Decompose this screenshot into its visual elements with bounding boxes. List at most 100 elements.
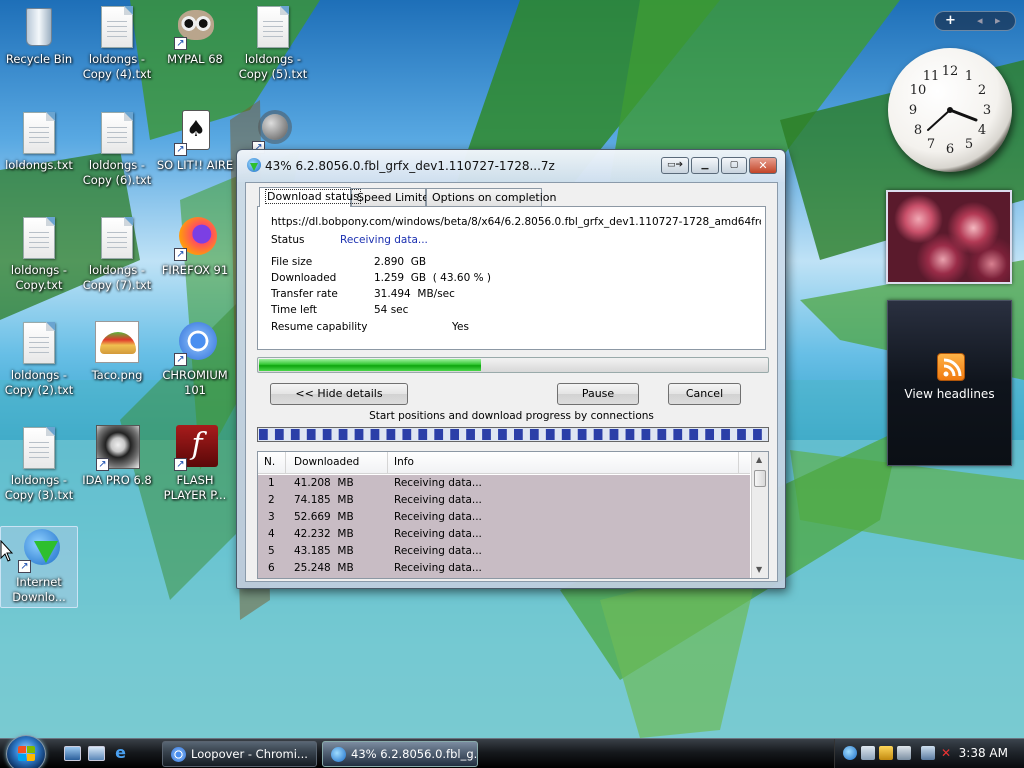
volume-muted-icon[interactable]: ✕: [939, 746, 953, 760]
clock-gadget[interactable]: 12 1 2 3 4 5 6 7 8 9 10 11: [888, 48, 1012, 172]
status-value: Receiving data...: [340, 234, 428, 246]
desktop-icon-label: 101: [184, 383, 206, 397]
cell-downloaded: 41.208 MB: [294, 477, 354, 489]
window-maximize-button[interactable]: ▢: [721, 157, 747, 174]
scroll-up-icon[interactable]: ▲: [756, 455, 762, 464]
desktop-icon-flash-player[interactable]: f ↗ FLASH PLAYER P...: [156, 425, 234, 503]
cancel-button[interactable]: Cancel: [668, 383, 741, 405]
connection-segment-progress: [737, 429, 746, 440]
desktop-icon-firefox-91[interactable]: ↗ FIREFOX 91: [156, 215, 234, 278]
desktop-icon-loldongs-copy-7[interactable]: loldongs - Copy (7).txt: [78, 215, 156, 293]
desktop-icon-label: Copy (5).txt: [238, 67, 308, 81]
shortcut-arrow-icon: ↗: [174, 458, 187, 471]
download-progress-bar: [257, 357, 769, 373]
desktop-icon-loldongs-copy-4[interactable]: loldongs - Copy (4).txt: [78, 4, 156, 82]
text-file-icon: [16, 425, 62, 471]
connection-segment-progress: [577, 429, 587, 440]
desktop-icon-loldongs-copy-5[interactable]: loldongs - Copy (5).txt: [234, 4, 312, 82]
sidebar-add-button[interactable]: +: [945, 13, 956, 28]
text-file-icon: [250, 4, 296, 50]
taskbar-button-label: Loopover - Chromi...: [191, 747, 308, 761]
tab-options-on-completion[interactable]: Options on completion: [426, 188, 557, 206]
window-minimize-button[interactable]: ▁: [691, 157, 719, 174]
hide-details-button[interactable]: << Hide details: [270, 383, 408, 405]
window-titlebar[interactable]: 43% 6.2.8056.0.fbl_grfx_dev1.110727-1728…: [237, 150, 785, 182]
desktop-icon-chromium-101[interactable]: ↗ CHROMIUM 101: [156, 320, 234, 398]
feed-headlines-gadget[interactable]: View headlines: [887, 300, 1012, 466]
clock-number: 8: [914, 123, 922, 138]
playing-card-icon: ♠ ↗: [172, 110, 218, 156]
desktop-icon-taco[interactable]: Taco.png: [78, 320, 156, 383]
system-tray: ✕ 3:38 AM: [834, 739, 1024, 768]
window-to-tray-button[interactable]: ▭➔: [661, 157, 689, 174]
tab-speed-limiter[interactable]: Speed Limiter: [351, 188, 434, 206]
connections-caption: Start positions and download progress by…: [369, 410, 654, 422]
internet-explorer-icon[interactable]: e: [112, 745, 129, 761]
taskbar-button-label: 43% 6.2.8056.0.fbl_g...: [351, 747, 478, 761]
taskbar-button-idm-download[interactable]: 43% 6.2.8056.0.fbl_g...: [322, 741, 478, 767]
table-scrollbar[interactable]: ▲ ▼: [751, 452, 768, 578]
desktop-icon-loldongs-copy-6[interactable]: loldongs - Copy (6).txt: [78, 110, 156, 188]
view-headlines-link[interactable]: View headlines: [888, 387, 1011, 401]
connection-segment-progress: [370, 429, 380, 440]
cell-info: Receiving data...: [394, 528, 482, 540]
desktop-icon-label: loldongs -: [10, 368, 68, 382]
idm-tray-icon[interactable]: [843, 746, 857, 760]
desktop-icon-label: loldongs -: [244, 52, 302, 66]
desktop-icon-label: loldongs.txt: [5, 158, 73, 172]
desktop-icon-mypal-68[interactable]: ↗ MYPAL 68: [156, 4, 234, 67]
window-close-button[interactable]: ✕: [749, 157, 777, 174]
connection-segment-progress: [434, 429, 444, 440]
tab-download-status[interactable]: Download status: [259, 187, 361, 207]
connection-segment-progress: [386, 429, 396, 440]
table-row[interactable]: 3 52.669 MB Receiving data...: [258, 509, 750, 526]
taskbar-button-chromium[interactable]: Loopover - Chromi...: [162, 741, 317, 767]
clock-center: [947, 107, 953, 113]
desktop-icon-label: SO LIT!! AIRE: [156, 158, 234, 172]
table-row[interactable]: 4 42.232 MB Receiving data...: [258, 526, 750, 543]
security-tray-icon[interactable]: [879, 746, 893, 760]
sidebar-prev-icon[interactable]: ◂: [977, 14, 983, 27]
start-button[interactable]: [6, 735, 46, 768]
desktop-icon-recycle-bin[interactable]: Recycle Bin: [0, 4, 78, 67]
desktop-icon-loldongs[interactable]: loldongs.txt: [0, 110, 78, 173]
desktop-icon-label: MYPAL 68: [167, 52, 223, 66]
desktop-icon-label: Copy.txt: [15, 278, 63, 292]
column-header-downloaded[interactable]: Downloaded: [294, 456, 359, 468]
mouse-pointer-icon: [0, 540, 14, 562]
desktop-icon-loldongs-copy-2[interactable]: loldongs - Copy (2).txt: [0, 320, 78, 398]
pause-button[interactable]: Pause: [557, 383, 639, 405]
slideshow-gadget-photo[interactable]: [886, 190, 1012, 284]
scroll-down-icon[interactable]: ▼: [756, 565, 762, 574]
analog-clock-face: 12 1 2 3 4 5 6 7 8 9 10 11: [909, 64, 991, 157]
device-tray-icon[interactable]: [897, 746, 911, 760]
table-row[interactable]: 2 74.185 MB Receiving data...: [258, 492, 750, 509]
connection-segment-progress: [529, 429, 539, 440]
transfer-rate-label: Transfer rate: [271, 288, 338, 300]
transfer-rate-value: 31.494 MB/sec: [374, 288, 455, 300]
show-desktop-icon[interactable]: [64, 746, 81, 761]
desktop-icon-ida-pro[interactable]: ↗ IDA PRO 6.8: [78, 425, 156, 488]
desktop-icon-loldongs-copy-3[interactable]: loldongs - Copy (3).txt: [0, 425, 78, 503]
desktop-icon-so-lit-aire[interactable]: ♠ ↗ SO LIT!! AIRE: [156, 110, 234, 173]
cell-number: 4: [268, 528, 275, 540]
column-header-number[interactable]: N.: [264, 456, 275, 468]
taskbar-clock[interactable]: 3:38 AM: [959, 746, 1008, 760]
desktop-icon-label: Copy (4).txt: [82, 67, 152, 81]
desktop-icon-internet-download-manager[interactable]: ↗ Internet Downlo...: [0, 526, 78, 608]
desktop-icon-loldongs-copy[interactable]: loldongs - Copy.txt: [0, 215, 78, 293]
clock-number: 6: [946, 142, 954, 157]
column-header-info[interactable]: Info: [394, 456, 414, 468]
time-left-label: Time left: [271, 304, 318, 316]
switch-windows-icon[interactable]: [88, 746, 105, 761]
cell-number: 3: [268, 511, 275, 523]
network-tray-icon[interactable]: [861, 746, 875, 760]
table-row[interactable]: 1 41.208 MB Receiving data...: [258, 475, 750, 492]
table-row[interactable]: 5 43.185 MB Receiving data...: [258, 543, 750, 560]
connection-segment-progress: [418, 429, 428, 440]
table-row[interactable]: 6 25.248 MB Receiving data...: [258, 560, 750, 577]
spiky-ball-icon: ↗: [250, 108, 296, 154]
sidebar-next-icon[interactable]: ▸: [995, 14, 1001, 27]
scrollbar-thumb[interactable]: [754, 470, 766, 487]
network-status-icon[interactable]: [921, 746, 935, 760]
